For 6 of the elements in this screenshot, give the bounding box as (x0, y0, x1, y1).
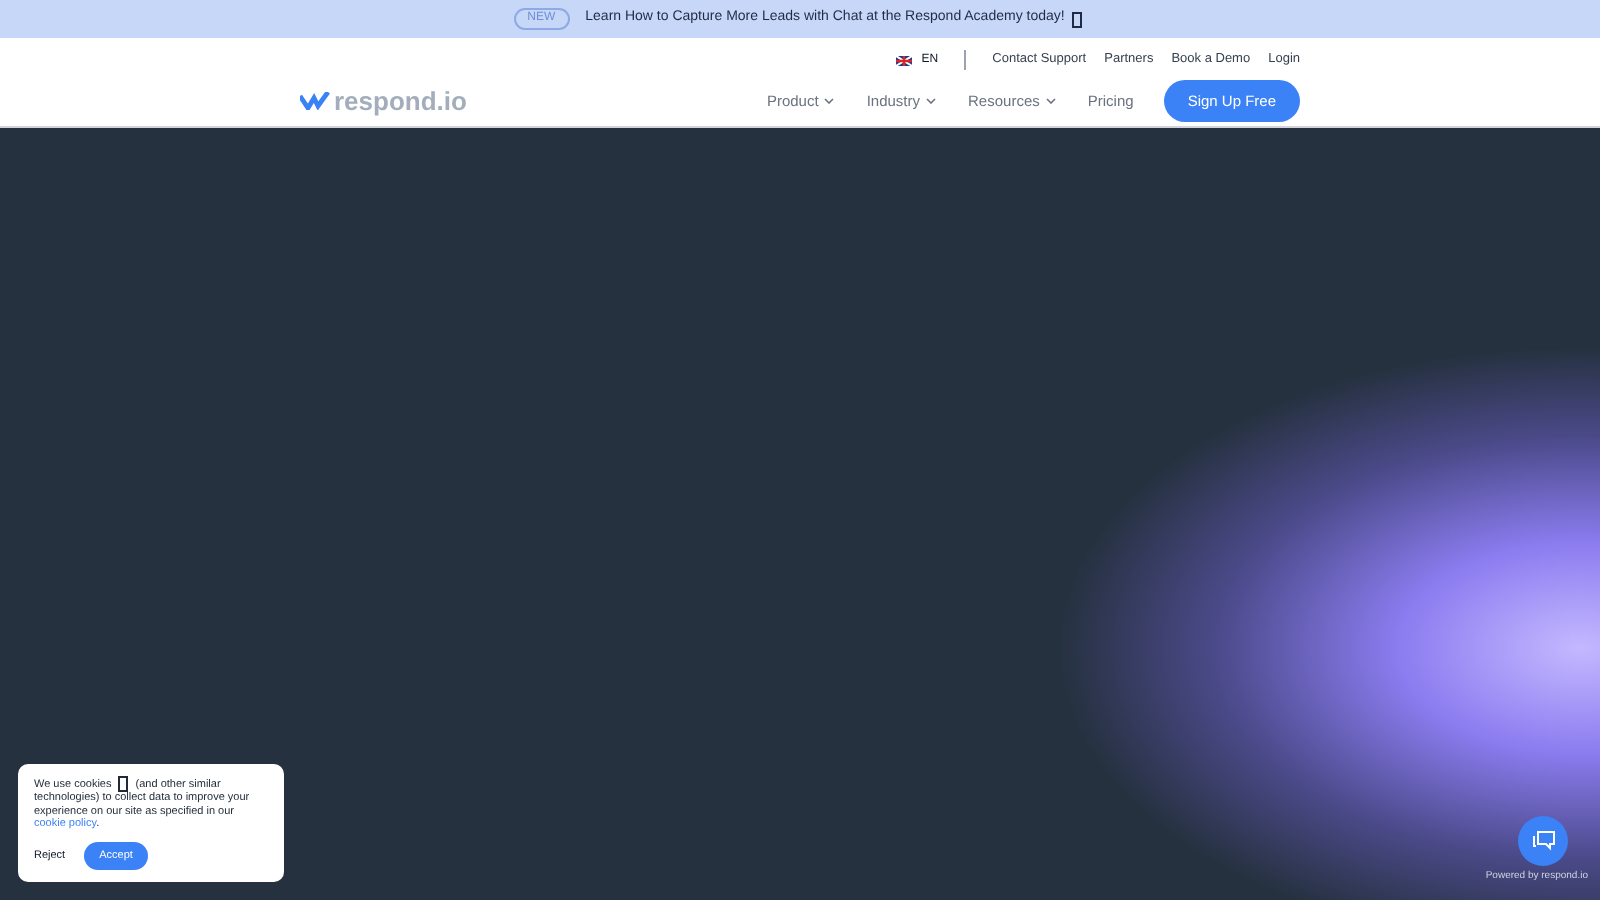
logo-mark-icon (300, 92, 330, 110)
missing-glyph-icon (1072, 11, 1083, 27)
missing-glyph-icon (118, 776, 129, 793)
chat-icon (1531, 830, 1555, 852)
chat-button[interactable] (1518, 816, 1568, 866)
flag-icon (895, 55, 912, 65)
